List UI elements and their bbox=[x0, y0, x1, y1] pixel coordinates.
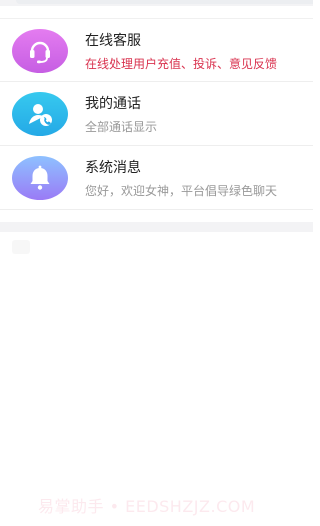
message-item-text: 我的通话 全部通话显示 bbox=[85, 95, 313, 135]
message-item-text: 系统消息 您好，欢迎女神，平台倡导绿色聊天 bbox=[85, 159, 313, 199]
message-title: 我的通话 bbox=[85, 96, 141, 112]
message-title: 在线客服 bbox=[85, 33, 141, 49]
message-subtitle: 您好，欢迎女神，平台倡导绿色聊天 bbox=[85, 184, 278, 198]
watermark-text: 易掌助手 • EEDSHZJZ.COM bbox=[38, 497, 256, 516]
section-divider bbox=[0, 222, 313, 232]
message-title: 系统消息 bbox=[85, 160, 141, 176]
message-item-service[interactable]: 在线客服 在线处理用户充值、投诉、意见反馈 bbox=[0, 18, 313, 82]
message-subtitle: 全部通话显示 bbox=[85, 120, 158, 134]
messages-page: 在线客服 在线处理用户充值、投诉、意见反馈 我的通话 全部通话显示 系统消息 您… bbox=[0, 0, 313, 526]
message-item-text: 在线客服 在线处理用户充值、投诉、意见反馈 bbox=[85, 32, 313, 72]
message-item-calls[interactable]: 我的通话 全部通话显示 bbox=[0, 82, 313, 146]
placeholder-block bbox=[12, 240, 30, 254]
message-list: 在线客服 在线处理用户充值、投诉、意见反馈 我的通话 全部通话显示 系统消息 您… bbox=[0, 18, 313, 210]
message-item-system[interactable]: 系统消息 您好，欢迎女神，平台倡导绿色聊天 bbox=[0, 146, 313, 210]
user-phone-icon bbox=[12, 92, 68, 136]
message-subtitle: 在线处理用户充值、投诉、意见反馈 bbox=[85, 57, 278, 71]
top-pill bbox=[16, 0, 313, 4]
headset-icon bbox=[12, 29, 68, 73]
bell-icon bbox=[12, 156, 68, 200]
